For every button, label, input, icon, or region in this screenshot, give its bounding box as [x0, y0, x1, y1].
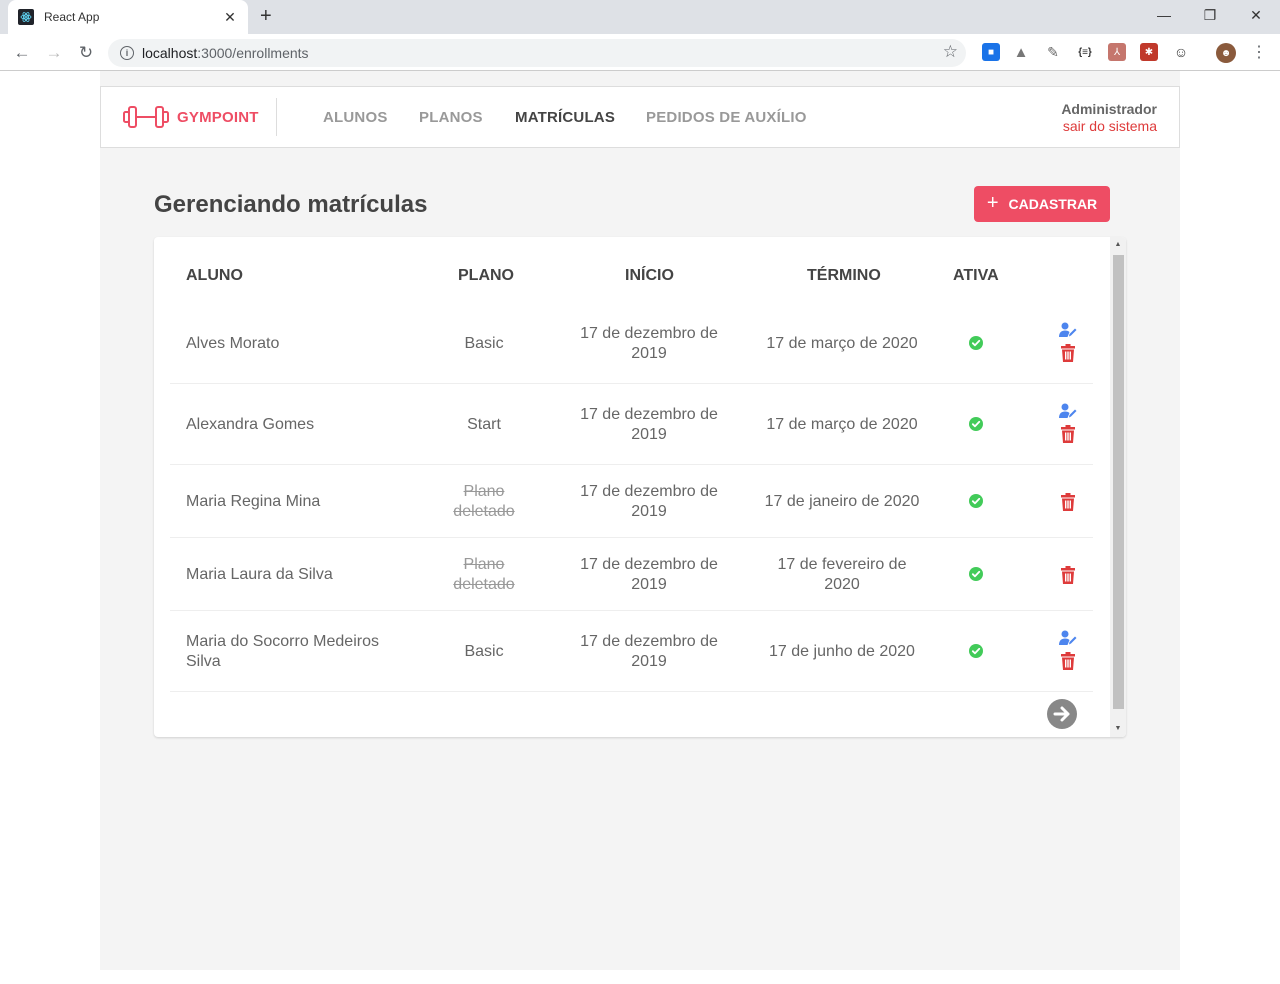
new-tab-icon[interactable]: + — [260, 6, 272, 26]
page-title: Gerenciando matrículas — [154, 191, 428, 218]
eyedropper-icon[interactable]: ✎ — [1044, 43, 1062, 61]
scroll-thumb[interactable] — [1113, 255, 1124, 709]
reload-icon[interactable]: ↻ — [74, 41, 98, 65]
plus-icon: + — [986, 191, 999, 214]
tab-title: React App — [44, 10, 100, 24]
next-page-icon[interactable] — [1046, 698, 1078, 730]
cell-termino: 17 de março de 2020 — [766, 415, 918, 433]
enrollments-table: ALUNO PLANO INÍCIO TÉRMINO ATIVA Alves M… — [154, 237, 1126, 737]
table-scrollbar[interactable]: ▲ ▼ — [1110, 237, 1126, 737]
extension-red-icon[interactable]: ✱ — [1140, 43, 1158, 61]
user-name: Administrador — [1061, 101, 1157, 117]
nav-planos[interactable]: PLANOS — [419, 109, 483, 126]
delete-trash-icon[interactable] — [1060, 565, 1076, 584]
nav-pedidos-auxilio[interactable]: PEDIDOS DE AUXÍLIO — [646, 109, 807, 126]
brand-name: GYMPOINT — [177, 108, 259, 126]
cell-plano: Plano deletado — [453, 482, 515, 520]
header-inicio: INÍCIO — [625, 267, 674, 284]
dumbbell-icon — [123, 106, 169, 128]
info-icon[interactable]: i — [120, 46, 134, 60]
json-viewer-icon[interactable]: {≡} — [1076, 43, 1094, 61]
delete-trash-icon[interactable] — [1060, 492, 1076, 511]
header-aluno: ALUNO — [186, 267, 243, 284]
profile-avatar[interactable]: ☻ — [1216, 43, 1236, 63]
browser-tab-strip: React App ✕ + — ❐ ✕ — [0, 0, 1280, 34]
active-check-icon — [969, 643, 983, 658]
cell-aluno: Alexandra Gomes — [186, 415, 315, 433]
table-row: Alves Morato Basic 17 de dezembro de 2019 1… — [170, 303, 1093, 384]
browser-toolbar: ← → ↻ i localhost:3000/enrollments ☆ ■ ▲… — [0, 34, 1280, 71]
minimize-icon[interactable]: — — [1141, 0, 1187, 30]
header-divider — [276, 98, 277, 136]
add-enrollment-button[interactable]: + CADASTRAR — [974, 186, 1110, 222]
forward-icon[interactable]: → — [42, 41, 66, 65]
nav-alunos[interactable]: ALUNOS — [323, 109, 388, 126]
active-check-icon — [969, 416, 983, 431]
active-check-icon — [969, 566, 983, 581]
address-bar[interactable]: i localhost:3000/enrollments ☆ — [108, 39, 966, 67]
url-host: localhost — [142, 45, 198, 61]
cell-aluno: Maria Regina Mina — [186, 492, 321, 510]
incognito-icon[interactable]: ☺ — [1172, 43, 1190, 61]
back-icon[interactable]: ← — [10, 41, 34, 65]
cell-inicio: 17 de dezembro de 2019 — [580, 482, 718, 520]
active-check-icon — [969, 493, 983, 508]
extension-icon[interactable]: ■ — [982, 43, 1000, 61]
delete-trash-icon[interactable] — [1060, 651, 1076, 670]
delete-trash-icon[interactable] — [1060, 343, 1076, 362]
restore-icon[interactable]: ❐ — [1187, 0, 1233, 30]
header-ativa: ATIVA — [953, 267, 999, 284]
drive-icon[interactable]: ▲ — [1012, 43, 1030, 61]
window-close-icon[interactable]: ✕ — [1233, 0, 1279, 30]
cell-plano: Plano deletado — [453, 555, 515, 593]
table-row: Maria Laura da Silva Plano deletado 17 de … — [170, 538, 1093, 611]
table-row: Alexandra Gomes Start 17 de dezembro de 20… — [170, 384, 1093, 465]
cell-termino: 17 de janeiro de 2020 — [764, 492, 920, 510]
tab-close-icon[interactable]: ✕ — [222, 9, 238, 26]
menu-kebab-icon[interactable]: ⋮ — [1250, 43, 1268, 61]
header-plano: PLANO — [458, 267, 514, 284]
logout-link[interactable]: sair do sistema — [1063, 118, 1157, 134]
browser-tab[interactable]: React App ✕ — [8, 0, 248, 34]
cell-inicio: 17 de dezembro de 2019 — [580, 324, 718, 362]
scroll-up-icon[interactable]: ▲ — [1110, 239, 1126, 251]
scroll-down-icon[interactable]: ▼ — [1110, 723, 1126, 735]
cell-termino: 17 de fevereiro de 2020 — [777, 555, 907, 593]
edit-user-icon[interactable] — [1059, 630, 1077, 646]
nav-matriculas[interactable]: MATRÍCULAS — [515, 109, 615, 126]
logo[interactable]: GYMPOINT — [123, 105, 259, 129]
header-termino: TÉRMINO — [807, 267, 881, 284]
app-header: GYMPOINT ALUNOS PLANOS MATRÍCULAS PEDIDO… — [100, 86, 1180, 148]
cell-inicio: 17 de dezembro de 2019 — [580, 405, 718, 443]
cell-plano: Basic — [464, 334, 504, 352]
cell-inicio: 17 de dezembro de 2019 — [580, 632, 718, 670]
cell-aluno: Maria do Socorro Medeiros Silva — [186, 632, 379, 670]
cell-termino: 17 de março de 2020 — [766, 334, 918, 352]
cell-termino: 17 de junho de 2020 — [769, 642, 915, 660]
pdf-icon[interactable]: ⅄ — [1108, 43, 1126, 61]
cell-plano: Start — [467, 415, 501, 433]
edit-user-icon[interactable] — [1059, 322, 1077, 338]
cell-aluno: Maria Laura da Silva — [186, 565, 333, 583]
cell-aluno: Alves Morato — [186, 334, 280, 352]
react-favicon-icon — [18, 9, 34, 25]
active-check-icon — [969, 335, 983, 350]
table-row: Maria do Socorro Medeiros Silva Basic 17 d… — [170, 611, 1093, 692]
delete-trash-icon[interactable] — [1060, 424, 1076, 443]
cell-inicio: 17 de dezembro de 2019 — [580, 555, 718, 593]
add-button-label: CADASTRAR — [1008, 196, 1098, 212]
edit-user-icon[interactable] — [1059, 403, 1077, 419]
table-row: Maria Regina Mina Plano deletado 17 de dez… — [170, 465, 1093, 538]
cell-plano: Basic — [464, 642, 504, 660]
bookmark-star-icon[interactable]: ☆ — [943, 42, 958, 62]
url-path: :3000/enrollments — [197, 45, 309, 61]
